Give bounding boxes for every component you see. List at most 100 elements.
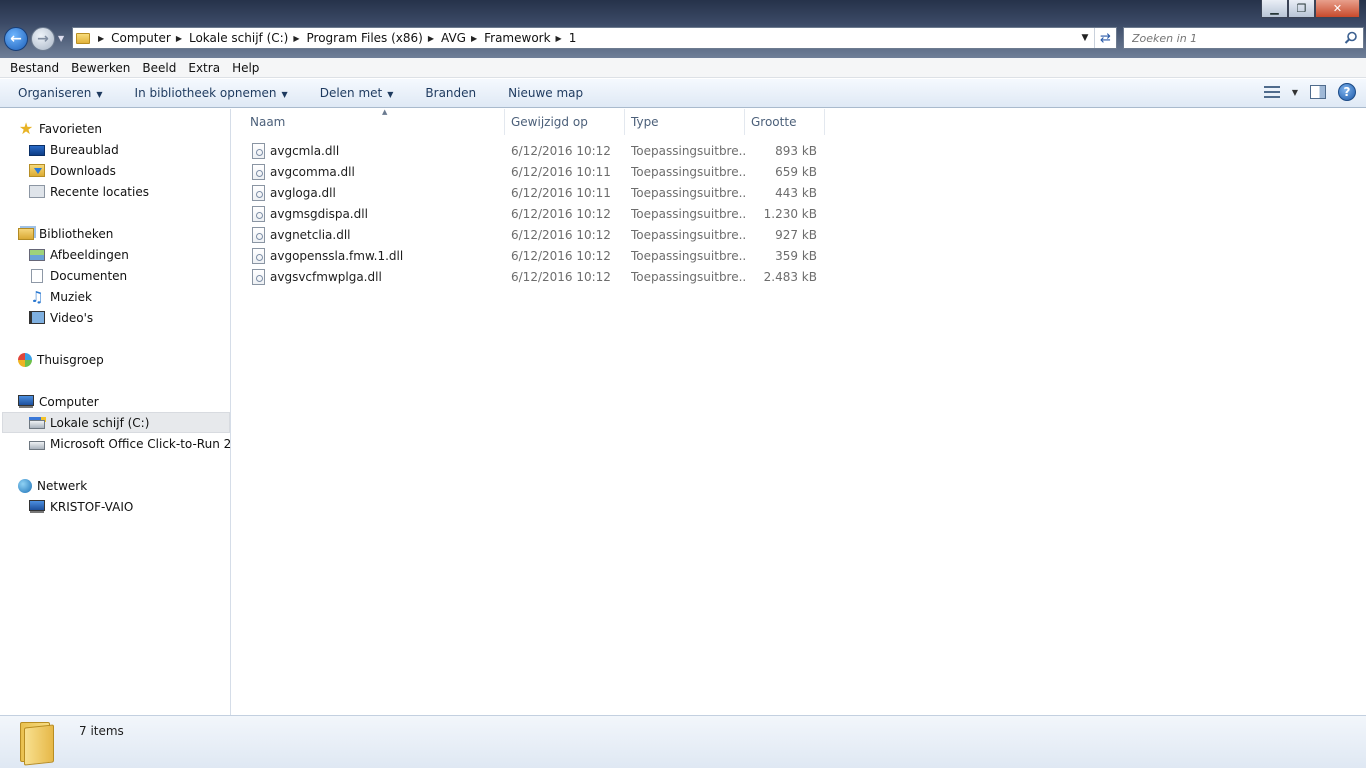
dll-file-icon (252, 184, 265, 201)
search-input[interactable] (1132, 31, 1342, 45)
table-row[interactable]: avgnetclia.dll 6/12/2016 10:12 Toepassin… (250, 224, 830, 245)
maximize-button[interactable]: ❐ (1288, 0, 1315, 18)
file-type: Toepassingsuitbre... (631, 185, 746, 200)
table-row[interactable]: avgcmla.dll 6/12/2016 10:12 Toepassingsu… (250, 140, 830, 161)
minimize-button[interactable]: ▁ (1261, 0, 1288, 18)
file-name: avgnetclia.dll (270, 227, 351, 242)
recent-pages-dropdown[interactable]: ▼ (58, 34, 64, 43)
dll-file-icon (252, 268, 265, 285)
file-type: Toepassingsuitbre... (631, 143, 746, 158)
preview-pane-icon[interactable] (1310, 85, 1326, 99)
drive-icon (29, 441, 45, 450)
breadcrumb-framework[interactable]: Framework (484, 31, 550, 45)
star-icon: ★ (18, 118, 34, 138)
share-with-button[interactable]: Delen met ▼ (302, 86, 408, 100)
menu-help[interactable]: Help (226, 61, 265, 75)
nav-favorites[interactable]: ★ Favorieten (18, 118, 102, 139)
breadcrumb-current[interactable]: 1 (569, 31, 577, 45)
nav-item-recent-places[interactable]: Recente locaties (29, 181, 149, 202)
table-row[interactable]: avgmsgdispa.dll 6/12/2016 10:12 Toepassi… (250, 203, 830, 224)
nav-item-local-disk[interactable]: Lokale schijf (C:) (2, 412, 230, 433)
dll-file-icon (252, 247, 265, 264)
breadcrumb-local-disk[interactable]: Lokale schijf (C:) (189, 31, 288, 45)
breadcrumb-separator-icon[interactable]: ▶ (288, 34, 306, 43)
file-type: Toepassingsuitbre... (631, 227, 746, 242)
arrow-right-icon: → (37, 31, 49, 47)
help-icon[interactable]: ? (1338, 83, 1356, 101)
file-name: avgmsgdispa.dll (270, 206, 368, 221)
nav-item-music[interactable]: ♫ Muziek (29, 286, 92, 307)
new-folder-button[interactable]: Nieuwe map (490, 86, 597, 100)
table-row[interactable]: avgloga.dll 6/12/2016 10:11 Toepassingsu… (250, 182, 830, 203)
include-in-library-button[interactable]: In bibliotheek opnemen ▼ (117, 86, 302, 100)
nav-item-office-drive[interactable]: Microsoft Office Click-to-Run 2010 (29, 433, 231, 454)
menu-tools[interactable]: Extra (182, 61, 226, 75)
nav-item-desktop[interactable]: Bureaublad (29, 139, 119, 160)
column-header-size[interactable]: Grootte (745, 109, 825, 135)
file-name: avgopenssla.fmw.1.dll (270, 248, 404, 263)
search-box[interactable] (1123, 27, 1364, 49)
nav-libraries[interactable]: Bibliotheken (18, 223, 113, 244)
view-options-dropdown[interactable]: ▼ (1292, 88, 1298, 97)
nav-label: Netwerk (37, 478, 88, 493)
file-size: 2.483 kB (763, 269, 817, 284)
breadcrumb-separator-icon[interactable]: ▶ (423, 34, 441, 43)
address-history-dropdown[interactable]: ▼ (1076, 33, 1094, 43)
menu-edit[interactable]: Bewerken (65, 61, 136, 75)
column-header-label: Naam (250, 115, 286, 129)
breadcrumb-separator-icon[interactable]: ▶ (93, 34, 111, 43)
nav-item-videos[interactable]: Video's (29, 307, 93, 328)
nav-item-documents[interactable]: Documenten (29, 265, 127, 286)
nav-label: Downloads (50, 163, 116, 178)
menu-view[interactable]: Beeld (136, 61, 182, 75)
burn-button[interactable]: Branden (407, 86, 490, 100)
file-name-cell[interactable]: avgcomma.dll (252, 161, 502, 182)
organize-label: Organiseren (18, 86, 92, 100)
column-header-modified[interactable]: Gewijzigd op (505, 109, 625, 135)
breadcrumb-separator-icon[interactable]: ▶ (551, 34, 569, 43)
nav-network[interactable]: Netwerk (18, 475, 87, 496)
homegroup-icon (18, 352, 32, 367)
dll-file-icon (252, 226, 265, 243)
file-name: avgcomma.dll (270, 164, 355, 179)
breadcrumb-avg[interactable]: AVG (441, 31, 466, 45)
folder-icon (20, 722, 54, 766)
nav-label: Recente locaties (50, 184, 149, 199)
column-header-type[interactable]: Type (625, 109, 745, 135)
file-name-cell[interactable]: avgloga.dll (252, 182, 502, 203)
nav-item-kristof-vaio[interactable]: KRISTOF-VAIO (29, 496, 133, 517)
nav-item-pictures[interactable]: Afbeeldingen (29, 244, 129, 265)
search-icon[interactable] (1344, 31, 1358, 45)
menu-file[interactable]: Bestand (4, 61, 65, 75)
breadcrumb-program-files[interactable]: Program Files (x86) (307, 31, 423, 45)
file-name-cell[interactable]: avgsvcfmwplga.dll (252, 266, 502, 287)
nav-computer[interactable]: Computer (18, 391, 99, 412)
file-list: ▲ Naam Gewijzigd op Type Grootte avgcmla… (232, 108, 1366, 715)
table-row[interactable]: avgcomma.dll 6/12/2016 10:11 Toepassings… (250, 161, 830, 182)
close-button[interactable]: ✕ (1315, 0, 1360, 18)
dll-file-icon (252, 205, 265, 222)
breadcrumb-separator-icon[interactable]: ▶ (171, 34, 189, 43)
file-name-cell[interactable]: avgopenssla.fmw.1.dll (252, 245, 502, 266)
downloads-icon (29, 164, 45, 177)
nav-homegroup[interactable]: Thuisgroep (18, 349, 104, 370)
file-name: avgcmla.dll (270, 143, 340, 158)
nav-label: KRISTOF-VAIO (50, 499, 134, 514)
refresh-icon[interactable]: ⇄ (1094, 28, 1116, 48)
chevron-down-icon: ▼ (96, 90, 103, 99)
nav-item-downloads[interactable]: Downloads (29, 160, 116, 181)
column-header-name[interactable]: ▲ Naam (244, 108, 505, 135)
breadcrumb-computer[interactable]: Computer (111, 31, 171, 45)
table-row[interactable]: avgopenssla.fmw.1.dll 6/12/2016 10:12 To… (250, 245, 830, 266)
table-row[interactable]: avgsvcfmwplga.dll 6/12/2016 10:12 Toepas… (250, 266, 830, 287)
file-name-cell[interactable]: avgcmla.dll (252, 140, 502, 161)
breadcrumb-separator-icon[interactable]: ▶ (466, 34, 484, 43)
file-name-cell[interactable]: avgnetclia.dll (252, 224, 502, 245)
organize-button[interactable]: Organiseren ▼ (0, 86, 117, 100)
file-name-cell[interactable]: avgmsgdispa.dll (252, 203, 502, 224)
back-button[interactable]: ← (4, 27, 28, 51)
file-modified: 6/12/2016 10:12 (511, 269, 611, 284)
address-bar[interactable]: ▶ Computer ▶ Lokale schijf (C:) ▶ Progra… (72, 27, 1117, 49)
change-view-icon[interactable] (1263, 86, 1280, 98)
forward-button[interactable]: → (31, 27, 55, 51)
